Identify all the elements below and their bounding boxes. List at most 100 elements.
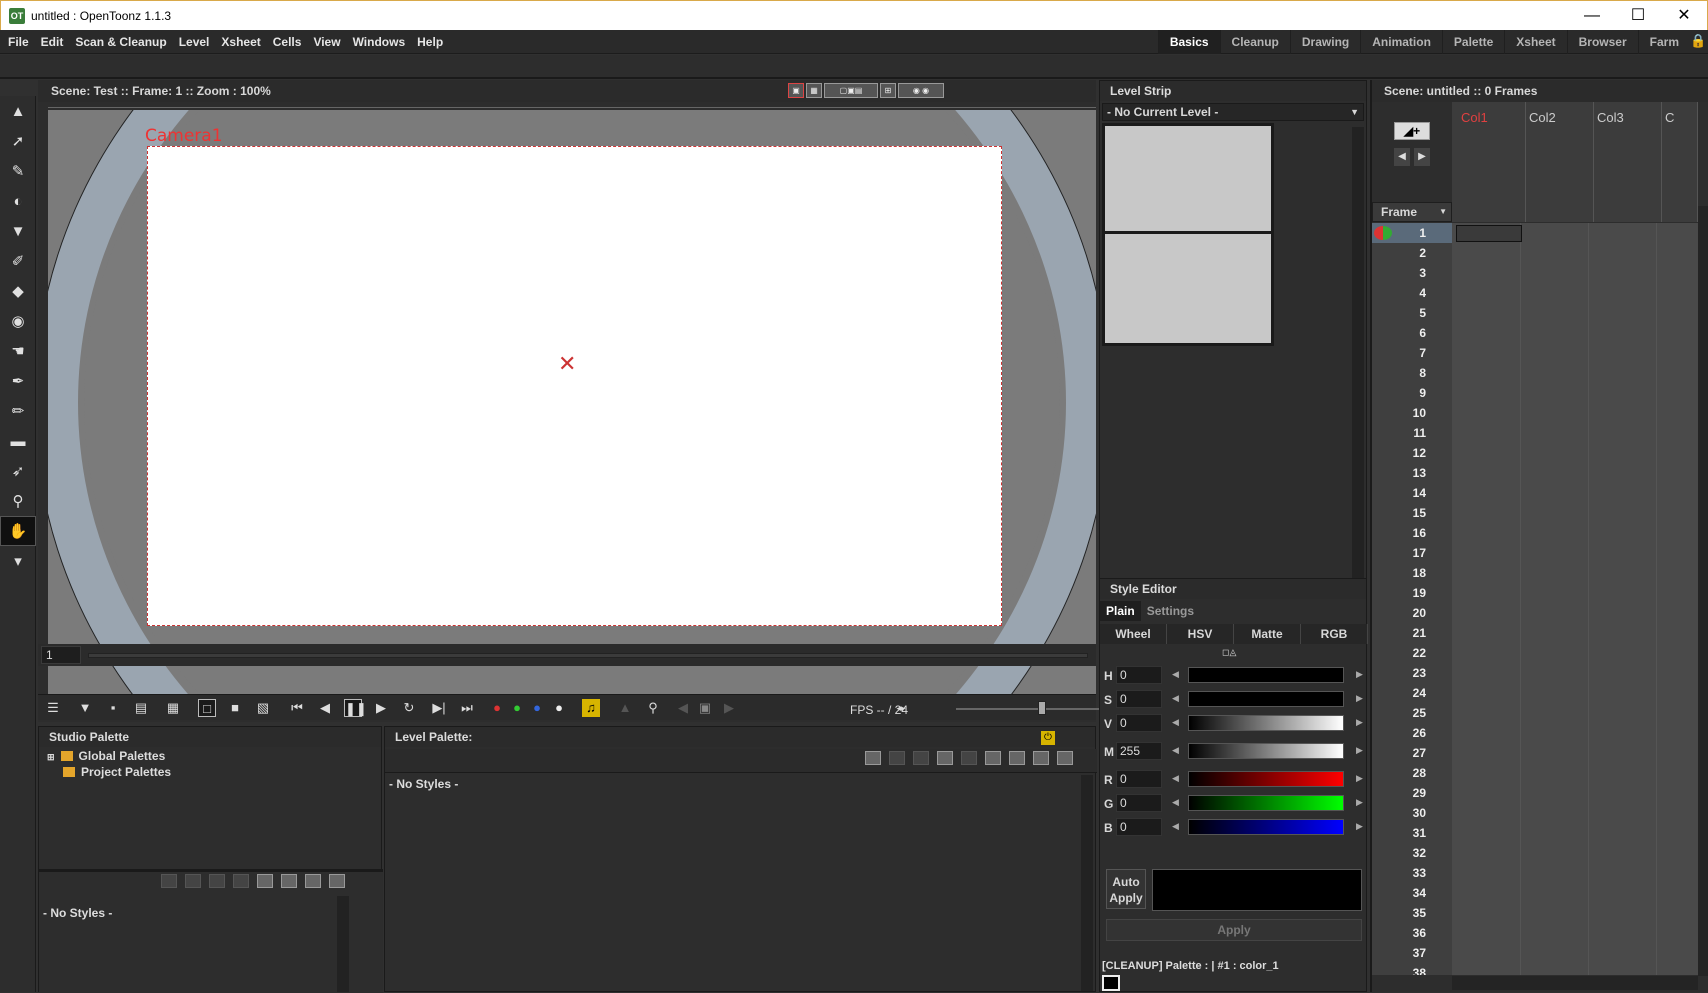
first-frame-icon[interactable]: ⏮ [288, 699, 306, 717]
style-picker-tool-icon[interactable]: ✒ [0, 366, 36, 396]
xsheet-cells[interactable] [1452, 863, 1698, 883]
xsheet-vscrollbar[interactable] [1698, 206, 1708, 976]
xsheet-row[interactable]: 10 [1372, 403, 1702, 423]
xsheet-cells[interactable] [1452, 963, 1698, 975]
tree-item-project-palettes[interactable]: Project Palettes [63, 765, 171, 779]
xsheet-cells[interactable] [1452, 883, 1698, 903]
wheel-button[interactable]: Wheel [1100, 624, 1167, 644]
prev-key-icon[interactable]: ◀ [674, 699, 692, 717]
display-mode-icon[interactable]: ◻◬ [1222, 647, 1236, 658]
matte-button[interactable]: Matte [1234, 624, 1301, 644]
xsheet-row[interactable]: 8 [1372, 363, 1702, 383]
prev-icon[interactable] [185, 874, 201, 888]
camera-bg-icon[interactable]: ▣ [788, 83, 804, 98]
sound-icon[interactable]: ♫ [582, 699, 600, 717]
xsheet-cells[interactable] [1452, 543, 1698, 563]
xsheet-row[interactable]: 35 [1372, 903, 1702, 923]
room-tab-browser[interactable]: Browser [1566, 30, 1638, 54]
column-header-col4[interactable]: C [1656, 102, 1698, 222]
xsheet-cells[interactable] [1452, 623, 1698, 643]
geometric-tool-icon[interactable]: ◐ [0, 186, 36, 216]
save-palette-icon[interactable] [889, 751, 905, 765]
power-icon[interactable]: ⏻ [1041, 731, 1055, 745]
menu-scan-cleanup[interactable]: Scan & Cleanup [69, 30, 172, 54]
next-icon[interactable] [961, 751, 977, 765]
next-frame-icon[interactable]: ▶| [430, 699, 448, 717]
play-icon[interactable]: ▶ [372, 699, 390, 717]
list-view-icon[interactable] [305, 874, 321, 888]
green-slider[interactable] [1188, 795, 1344, 811]
next-icon[interactable] [233, 874, 249, 888]
prev-frame-icon[interactable]: ◀ [316, 699, 334, 717]
increase-icon[interactable]: ▶ [1356, 745, 1363, 756]
xsheet-row[interactable]: 16 [1372, 523, 1702, 543]
lock-palette-icon[interactable] [329, 874, 345, 888]
xsheet-cells[interactable] [1452, 683, 1698, 703]
room-tab-animation[interactable]: Animation [1360, 30, 1442, 54]
xsheet-cells[interactable] [1452, 323, 1698, 343]
xsheet-row[interactable]: 21 [1372, 623, 1702, 643]
ruler-tool-icon[interactable]: ▬ [0, 426, 36, 456]
blue-channel-icon[interactable]: ● [528, 699, 546, 717]
xsheet-row[interactable]: 27 [1372, 743, 1702, 763]
xsheet-cells[interactable] [1452, 743, 1698, 763]
xsheet-row[interactable]: 24 [1372, 683, 1702, 703]
green-channel-icon[interactable]: ● [508, 699, 526, 717]
xsheet-row[interactable]: 9 [1372, 383, 1702, 403]
menu-cells[interactable]: Cells [267, 30, 308, 54]
column-header-col3[interactable]: Col3 [1588, 102, 1662, 222]
prev-memo-icon[interactable]: ◀ [1394, 148, 1410, 166]
eraser-tool-icon[interactable]: ◆ [0, 276, 36, 306]
folder-view-icon[interactable] [281, 874, 297, 888]
paint-brush-tool-icon[interactable]: ✐ [0, 246, 36, 276]
lock-palette-icon[interactable] [1057, 751, 1073, 765]
loop-icon[interactable]: ↻ [400, 699, 418, 717]
menu-xsheet[interactable]: Xsheet [215, 30, 266, 54]
xsheet-cells[interactable] [1452, 643, 1698, 663]
frame-column-header[interactable]: Frame ▼ [1372, 202, 1452, 222]
xsheet-cells[interactable] [1452, 403, 1698, 423]
viewer-canvas[interactable]: Camera1 ✕ [48, 110, 1096, 694]
control-point-tool-icon[interactable]: ➶ [0, 456, 36, 486]
increase-icon[interactable]: ▶ [1356, 773, 1363, 784]
decrease-icon[interactable]: ◀ [1172, 693, 1179, 704]
xsheet-cells[interactable] [1452, 283, 1698, 303]
xsheet-hscrollbar[interactable] [1452, 976, 1698, 990]
xsheet-cells[interactable] [1452, 663, 1698, 683]
xsheet-cells[interactable] [1452, 763, 1698, 783]
matte-slider[interactable] [1188, 743, 1344, 759]
checker-bg-icon[interactable]: ▧ [254, 699, 272, 717]
xsheet-row[interactable]: 25 [1372, 703, 1702, 723]
xsheet-row[interactable]: 37 [1372, 943, 1702, 963]
xsheet-row[interactable]: 14 [1372, 483, 1702, 503]
blue-field[interactable]: 0 [1116, 818, 1162, 836]
xsheet-cells[interactable] [1452, 263, 1698, 283]
fill-tool-icon[interactable]: ▼ [0, 216, 36, 246]
xsheet-row[interactable]: 20 [1372, 603, 1702, 623]
xsheet-row[interactable]: 32 [1372, 843, 1702, 863]
increase-icon[interactable]: ▶ [1356, 717, 1363, 728]
matte-field[interactable]: 255 [1116, 742, 1162, 760]
xsheet-row[interactable]: 22 [1372, 643, 1702, 663]
level-strip-scrollbar[interactable] [1352, 127, 1364, 652]
xsheet-row[interactable]: 4 [1372, 283, 1702, 303]
xsheet-row[interactable]: 36 [1372, 923, 1702, 943]
level-strip-frame[interactable] [1102, 123, 1274, 238]
menu-icon[interactable]: ☰ [44, 699, 62, 717]
xsheet-row[interactable]: 15 [1372, 503, 1702, 523]
auto-apply-toggle[interactable]: Auto Apply [1106, 869, 1146, 909]
tape-tool-icon[interactable]: ◉ [0, 306, 36, 336]
view-icon[interactable] [257, 874, 273, 888]
xsheet-cell-area[interactable]: 1 2 3 4 5 6 7 8 9 10 11 12 13 14 15 16 17 18 19 20 21 22 23 24 2… [1372, 223, 1702, 975]
camera-icon[interactable]: ▪ [104, 699, 122, 717]
zoom-tool-icon[interactable]: ⚲ [0, 486, 36, 516]
menu-level[interactable]: Level [173, 30, 216, 54]
studio-palette-scrollbar[interactable] [337, 896, 349, 992]
increase-icon[interactable]: ▶ [1356, 669, 1363, 680]
white-bg-icon[interactable]: □ [198, 699, 216, 717]
room-tab-cleanup[interactable]: Cleanup [1219, 30, 1290, 54]
key-icon[interactable] [209, 874, 225, 888]
frame-field[interactable]: 1 [41, 646, 81, 664]
black-bg-icon[interactable]: ■ [226, 699, 244, 717]
saturation-field[interactable]: 0 [1116, 690, 1162, 708]
